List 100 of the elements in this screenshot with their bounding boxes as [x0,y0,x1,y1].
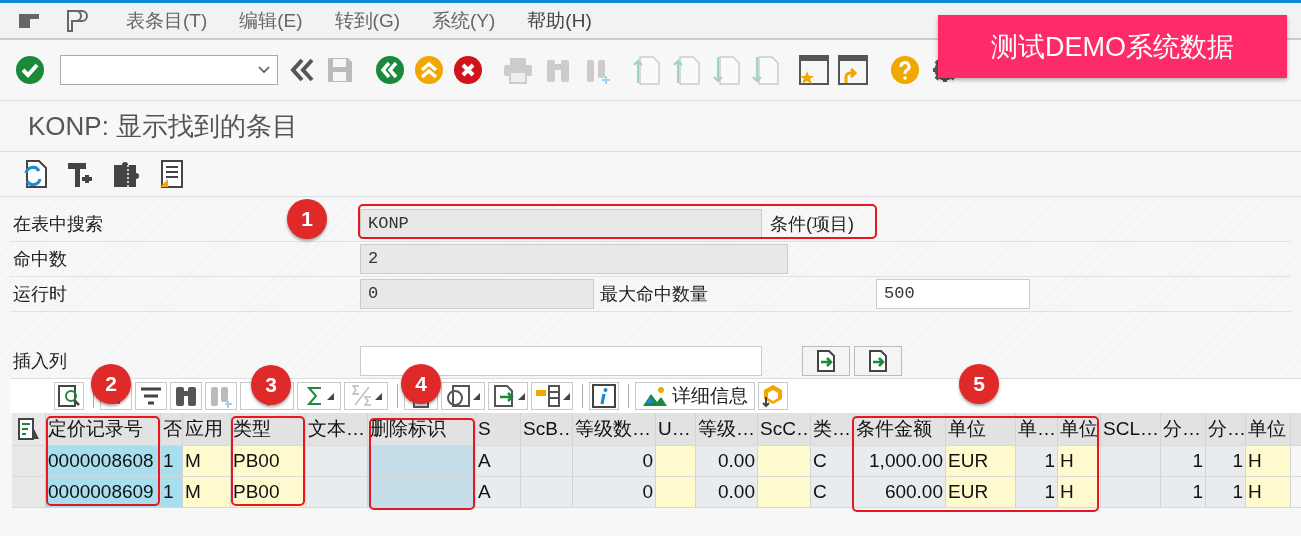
column-header[interactable]: 单位 [946,413,1016,445]
field-label: 运行时 [13,284,67,304]
table-cell: H [1246,446,1291,476]
dropdown-caret-icon[interactable] [326,392,334,400]
menu-icon [18,11,40,30]
up-icon [415,56,443,84]
column-header[interactable]: 类… [811,413,854,445]
column-header[interactable]: U… [656,413,696,445]
dropdown-caret-icon[interactable] [562,392,570,400]
table-cell: 0.00 [696,477,758,507]
field-description: 条件(项目) [769,213,854,236]
menu-item[interactable]: 帮助(H) [511,7,608,34]
puzzle-icon [112,159,140,189]
table-cell: 1 [161,477,183,507]
table-cell: H [1058,446,1101,476]
menu-item[interactable]: 系统(Y) [416,7,512,34]
menu-item[interactable]: 表条目(T) [110,7,224,34]
table-cell: 0 [573,446,656,476]
column-header[interactable]: 等级数… [573,413,656,445]
cancel-icon [454,56,482,84]
pp-icon [66,8,88,33]
info-icon [592,384,616,408]
dropdown-caret-icon[interactable] [257,65,271,75]
details-button[interactable]: 详细信息 [635,382,755,410]
save-icon [326,56,354,84]
menu-item[interactable]: 转到(G) [318,7,417,34]
table-cell: 1 [1161,477,1206,507]
column-header[interactable]: 条件金额 [854,413,946,445]
export-icon [491,384,516,408]
dropdown-caret-icon[interactable] [517,392,525,400]
table-cell: 1,000.00 [854,446,946,476]
table-cell: PB00 [231,446,306,476]
table-cell: 0000008609 [46,477,161,507]
column-header[interactable]: 等级… [696,413,758,445]
toolbar-button[interactable] [589,382,619,410]
table-cell: 1 [1161,446,1206,476]
binoculars-icon [174,384,198,408]
table-cell: 1 [161,446,183,476]
column-header[interactable]: 分… [1161,413,1206,445]
table-cell: 1 [1016,446,1058,476]
table-cell: 1 [1206,446,1246,476]
insert-column-icon [815,350,837,372]
help-icon [891,56,919,84]
toolbar-button[interactable] [135,382,167,410]
column-header[interactable]: 单位 [1246,413,1291,445]
input-field[interactable] [360,346,762,376]
printer-icon [503,56,533,84]
column-header[interactable]: 删除标识 [368,413,476,445]
column-header[interactable]: 文本… [306,413,368,445]
column-header[interactable]: 单位 [1058,413,1101,445]
details-icon [642,385,668,407]
page-down-icon [751,55,779,85]
field-label: 在表中搜索 [13,214,103,234]
select-all-icon [16,417,41,441]
table-cell: 1 [1016,477,1058,507]
toolbar-button[interactable] [54,382,84,410]
field-label: 插入列 [13,351,67,371]
toolbar-button[interactable] [488,382,528,410]
table-cell: M [183,477,231,507]
insert-column-button[interactable] [854,346,902,376]
column-header[interactable]: 应用 [183,413,231,445]
view-icon [446,384,471,408]
table-cell: A [476,446,521,476]
table-cell: EUR [946,446,1016,476]
toolbar-button[interactable] [758,382,788,410]
toolbar-button[interactable] [297,382,341,410]
table-cell: A [476,477,521,507]
table-cell: C [811,446,854,476]
cube-arrow-icon [761,384,785,408]
column-header[interactable]: S [476,413,521,445]
toolbar-button[interactable] [531,382,573,410]
dropdown-caret-icon[interactable] [374,392,382,400]
page-up-icon [632,55,660,85]
command-field[interactable] [60,55,278,85]
page-up-icon [672,55,700,85]
column-header[interactable]: 类型 [231,413,306,445]
table-cell: 600.00 [854,477,946,507]
input-field[interactable]: 500 [876,279,1030,309]
table-cell: PB00 [231,477,306,507]
table-cell: 0000008608 [46,446,161,476]
toolbar-button[interactable] [170,382,202,410]
find-icon [57,384,81,408]
layout-icon [534,384,561,408]
page-title: KONP: 显示找到的条目 [28,109,299,143]
column-header[interactable]: 否 [161,413,183,445]
column-header[interactable]: 分… [1206,413,1246,445]
refresh-page-icon [22,159,48,189]
column-header[interactable]: ScB… [521,413,573,445]
dropdown-caret-icon[interactable] [472,392,480,400]
toolbar-button[interactable] [441,382,485,410]
insert-column-button[interactable] [802,346,850,376]
column-header[interactable]: ScC… [758,413,811,445]
table-cell: M [183,446,231,476]
insert-column-icon [867,350,889,372]
column-header[interactable]: 定价记录号 [46,413,161,445]
column-header[interactable]: 单… [1016,413,1058,445]
table-cell: 1 [1206,477,1246,507]
column-header[interactable]: SCL… [1101,413,1161,445]
field-label: 命中数 [13,249,67,269]
menu-item[interactable]: 编辑(E) [223,7,319,34]
